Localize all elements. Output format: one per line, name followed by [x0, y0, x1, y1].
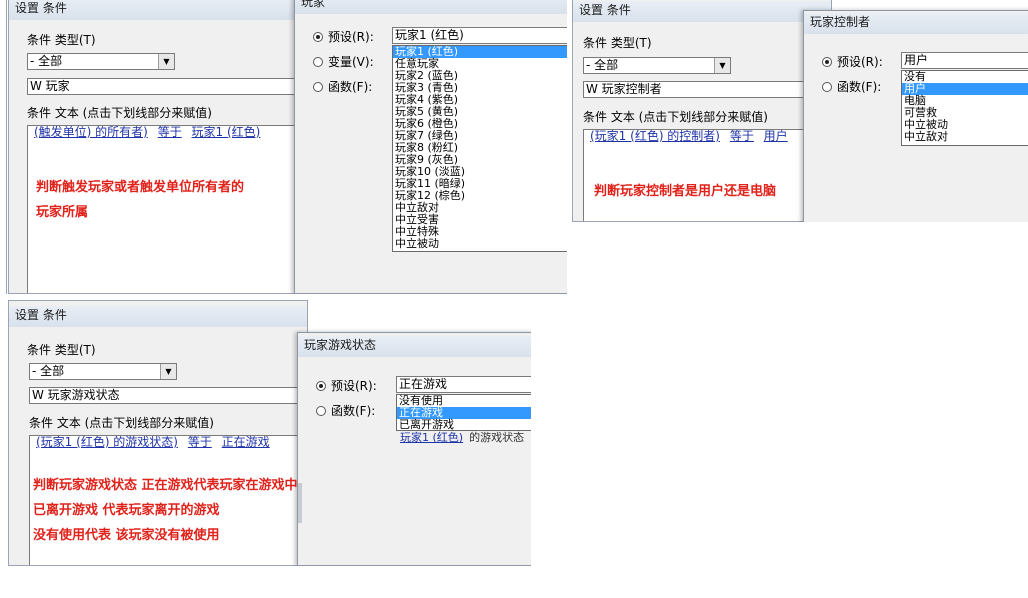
preset-select-value: 正在游戏 [399, 377, 448, 391]
condition-type-select[interactable]: - 全部 ▼ [29, 363, 177, 380]
condition-type-label: 条件 类型(T) [583, 36, 652, 50]
annotation-line-1: 判断触发玩家或者触发单位所有者的 [36, 180, 245, 195]
preset-select[interactable]: 正在游戏 [396, 376, 531, 393]
condition-text-label: 条件 文本 (点击下划线部分来赋值) [583, 110, 768, 124]
function-radio-label: 函数(F): [328, 80, 373, 94]
preset-radio[interactable]: 预设(R): [316, 377, 377, 394]
condition-search-input[interactable]: W 玩家 [27, 78, 307, 95]
equals-link[interactable]: 等于 [188, 436, 212, 449]
annotation-line-2: 玩家所属 [36, 205, 89, 220]
variable-radio[interactable]: 变量(V): [313, 53, 374, 70]
set-condition-window: 设置 条件 条件 类型(T) - 全部 ▼ W 玩家控制者 条件 文本 (点击下… [572, 0, 832, 222]
player-controller-dialog: 玩家控制者 预设(R): 函数(F): 用户 没有 用户 电脑 可营救 中立被动 中立敌对 [803, 10, 1028, 222]
controller-value-link[interactable]: 用户 [764, 130, 788, 143]
radio-unchecked-icon [316, 406, 326, 416]
chevron-down-icon[interactable]: ▼ [714, 58, 730, 73]
window-title: 设置 条件 [9, 0, 307, 20]
behind-link: 玩家1 (红色) [400, 431, 464, 444]
condition-search-input[interactable]: W 玩家控制者 [583, 81, 831, 98]
player-value-link[interactable]: 玩家1 (红色) [192, 126, 261, 139]
window-title: 设置 条件 [9, 306, 307, 327]
chevron-down-icon[interactable]: ▼ [158, 54, 174, 69]
function-radio-label: 函数(F): [331, 404, 376, 418]
condition-type-value: - 全部 [586, 58, 619, 72]
radio-unchecked-icon [313, 82, 323, 92]
function-radio[interactable]: 函数(F): [822, 78, 881, 95]
dropdown-option[interactable]: 中立敌对 [902, 131, 1028, 143]
panel-controller: 设置 条件 条件 类型(T) - 全部 ▼ W 玩家控制者 条件 文本 (点击下… [567, 0, 1028, 222]
preset-dropdown-list: 没有 用户 电脑 可营救 中立被动 中立敌对 [901, 70, 1028, 146]
condition-text-area: (触发单位) 的所有者) 等于 玩家1 (红色) 判断触发玩家或者触发单位所有者… [27, 125, 307, 293]
condition-type-value: - 全部 [32, 364, 65, 378]
preset-radio-label: 预设(R): [331, 379, 377, 393]
game-state-link[interactable]: (玩家1 (红色) 的游戏状态) [36, 436, 178, 449]
dialog-title: 玩家游戏状态 [298, 336, 531, 357]
annotation-line-2: 已离开游戏 代表玩家离开的游戏 [33, 503, 220, 518]
window-title: 设置 条件 [573, 1, 831, 22]
player-dialog: 玩家 预设(R): 变量(V): 函数(F): 玩家1 (红色) 玩家1 (红色… [294, 0, 567, 294]
behind-expression: 玩家1 (红色) 的游戏状态 [400, 429, 530, 445]
preset-select[interactable]: 用户 [901, 52, 1028, 69]
radio-checked-icon [822, 57, 832, 67]
game-state-value-link[interactable]: 正在游戏 [222, 436, 270, 449]
radio-unchecked-icon [313, 57, 323, 67]
equals-link[interactable]: 等于 [730, 130, 754, 143]
condition-text-label: 条件 文本 (点击下划线部分来赋值) [27, 106, 212, 120]
equals-link[interactable]: 等于 [158, 126, 182, 139]
condition-expression: (玩家1 (红色) 的游戏状态) 等于 正在游戏 [36, 436, 276, 450]
preset-select-value: 用户 [904, 53, 929, 67]
chevron-down-icon[interactable]: ▼ [160, 364, 176, 379]
left-window-edge [6, 0, 7, 294]
preset-select-value: 玩家1 (红色) [395, 28, 464, 42]
scrollbar-thumb[interactable] [298, 483, 302, 523]
preset-radio[interactable]: 预设(R): [313, 28, 374, 45]
condition-text-label: 条件 文本 (点击下划线部分来赋值) [29, 416, 214, 430]
behind-text: 的游戏状态 [469, 431, 525, 444]
condition-expression: (玩家1 (红色) 的控制者) 等于 用户 [590, 130, 794, 144]
preset-radio-label: 预设(R): [837, 55, 883, 69]
dialog-title: 玩家控制者 [804, 13, 1028, 34]
dialog-title: 玩家 [295, 0, 567, 14]
preset-radio-label: 预设(R): [328, 30, 374, 44]
preset-dropdown-list: 没有使用 正在游戏 已离开游戏 [396, 394, 531, 431]
radio-checked-icon [313, 32, 323, 42]
player-game-state-dialog: 玩家游戏状态 预设(R): 函数(F): 正在游戏 没有使用 正在游戏 已离开游戏 … [297, 332, 531, 566]
radio-checked-icon [316, 381, 326, 391]
condition-expression: (触发单位) 的所有者) 等于 玩家1 (红色) [34, 126, 266, 140]
preset-select[interactable]: 玩家1 (红色) [392, 27, 567, 44]
radio-unchecked-icon [822, 82, 832, 92]
dropdown-option[interactable]: 中立被动 [393, 238, 567, 250]
condition-type-select[interactable]: - 全部 ▼ [27, 53, 175, 70]
panel-player: 设置 条件 条件 类型(T) - 全部 ▼ W 玩家 条件 文本 (点击下划线部… [0, 0, 567, 294]
set-condition-window: 设置 条件 条件 类型(T) - 全部 ▼ W 玩家 条件 文本 (点击下划线部… [8, 0, 308, 294]
condition-type-label: 条件 类型(T) [27, 343, 96, 357]
function-radio[interactable]: 函数(F): [313, 78, 372, 95]
panel-game-state: 设置 条件 条件 类型(T) - 全部 ▼ W 玩家游戏状态 条件 文本 (点击… [0, 300, 531, 566]
variable-radio-label: 变量(V): [328, 55, 374, 69]
function-radio[interactable]: 函数(F): [316, 402, 375, 419]
annotation-line-1: 判断玩家控制者是用户还是电脑 [594, 184, 777, 199]
annotation-line-1: 判断玩家游戏状态 正在游戏代表玩家在游戏中 [33, 478, 298, 493]
function-radio-label: 函数(F): [837, 80, 882, 94]
condition-type-label: 条件 类型(T) [27, 33, 96, 47]
preset-dropdown-list: 玩家1 (红色) 任意玩家 玩家2 (蓝色) 玩家3 (青色) 玩家4 (紫色) 玩家5 … [392, 45, 567, 252]
owner-link[interactable]: (触发单位) 的所有者) [34, 126, 148, 139]
condition-type-select[interactable]: - 全部 ▼ [583, 57, 731, 74]
preset-radio[interactable]: 预设(R): [822, 53, 883, 70]
annotation-line-3: 没有使用代表 该玩家没有被使用 [33, 528, 220, 543]
condition-type-value: - 全部 [30, 54, 63, 68]
controller-link[interactable]: (玩家1 (红色) 的控制者) [590, 130, 720, 143]
condition-search-input[interactable]: W 玩家游戏状态 [29, 387, 307, 404]
condition-text-area: (玩家1 (红色) 的控制者) 等于 用户 判断玩家控制者是用户还是电脑 [583, 129, 831, 221]
